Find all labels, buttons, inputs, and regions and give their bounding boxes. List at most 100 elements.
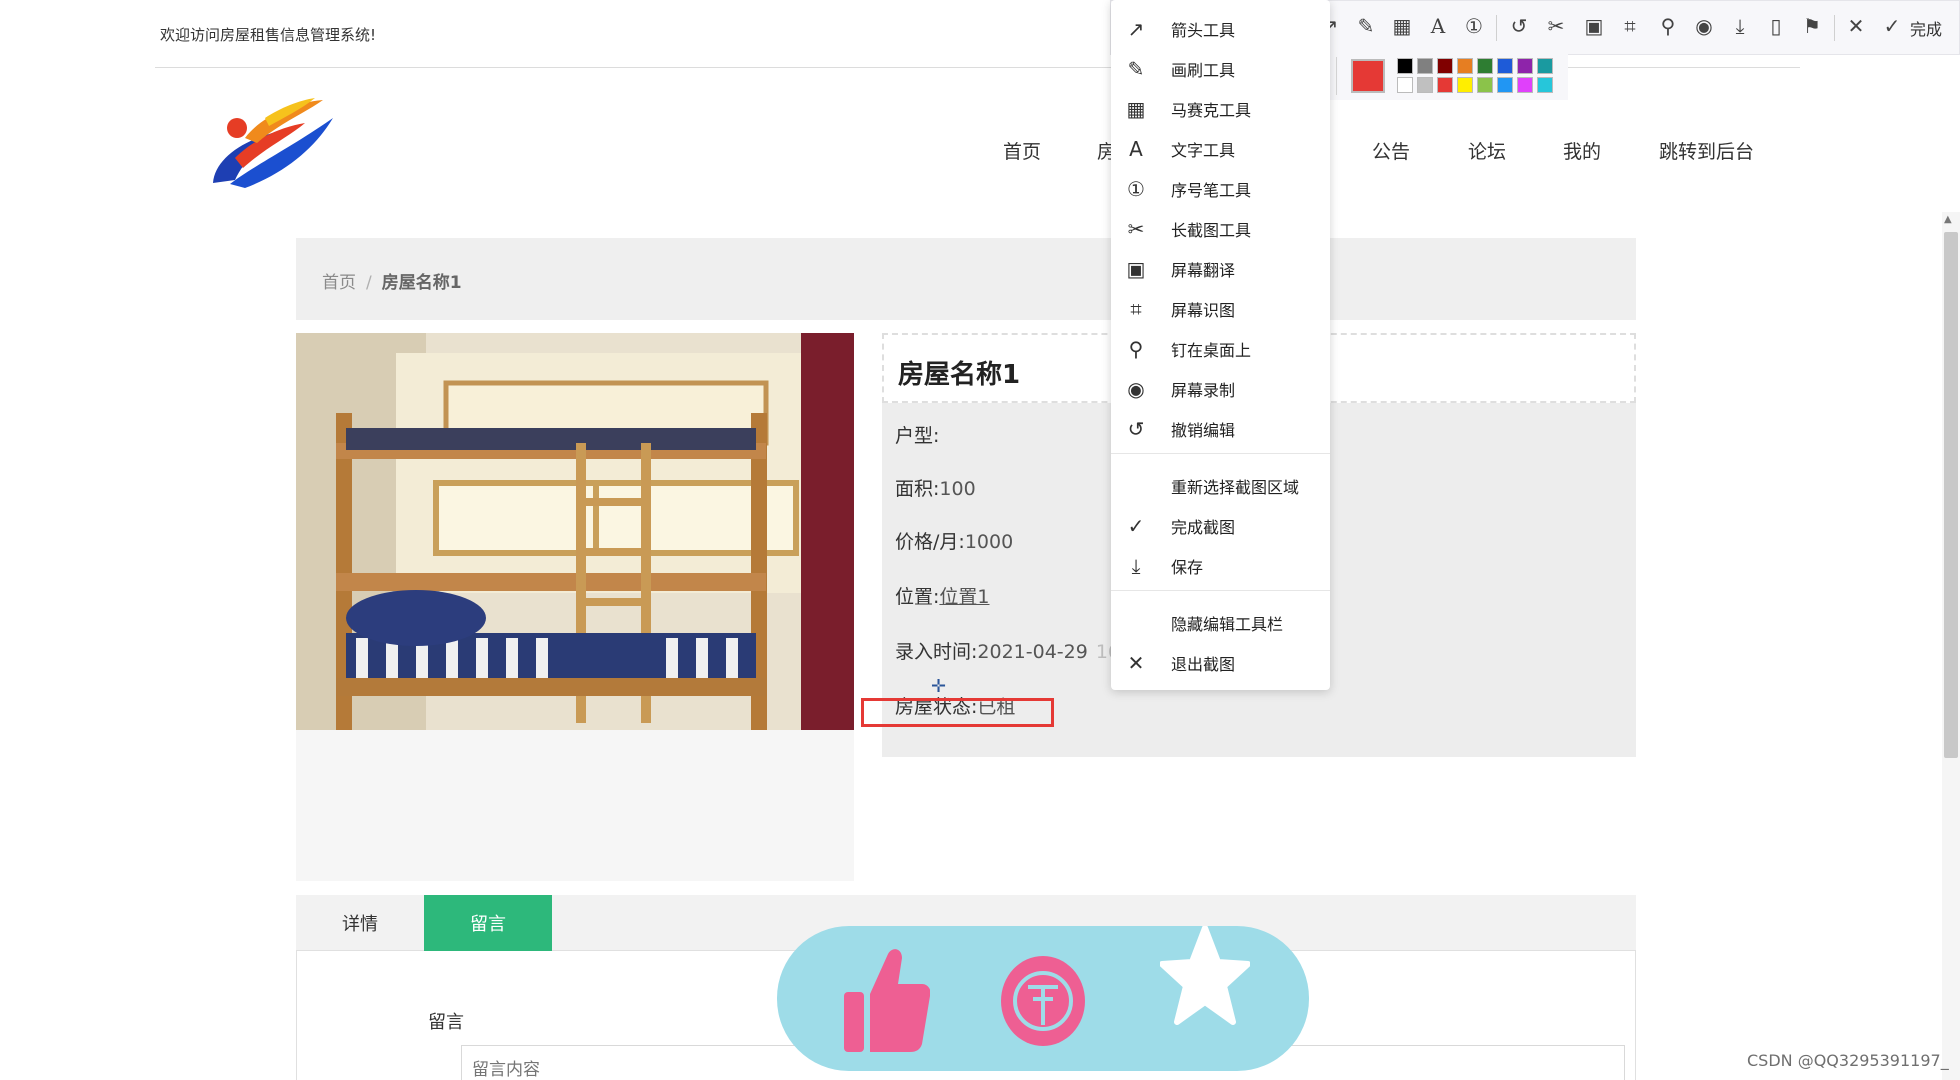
translate-icon[interactable]: ▣ <box>1580 12 1608 40</box>
menu-item[interactable]: 重新选择截图区域 <box>1111 466 1330 506</box>
thumb-up-icon[interactable] <box>840 944 931 1056</box>
palette-swatch[interactable] <box>1437 58 1453 74</box>
menu-item[interactable]: ✂ 长截图工具 <box>1111 209 1330 249</box>
current-color-swatch[interactable] <box>1351 59 1385 93</box>
palette-swatch[interactable] <box>1517 77 1533 93</box>
palette-swatch[interactable] <box>1497 77 1513 93</box>
palette-swatch[interactable] <box>1397 77 1413 93</box>
palette-swatch[interactable] <box>1477 77 1493 93</box>
menu-item-label: 马赛克工具 <box>1171 101 1252 120</box>
menu-item[interactable]: ▣ 屏幕翻译 <box>1111 249 1330 289</box>
menu-item-label: 钉在桌面上 <box>1171 341 1252 360</box>
menu-item[interactable]: ✎ 画刷工具 <box>1111 49 1330 89</box>
menu-item-icon: ⤓ <box>1131 554 1141 578</box>
save-icon[interactable]: ⤓ <box>1726 12 1754 40</box>
palette-swatch[interactable] <box>1457 77 1473 93</box>
field-price-label: 价格/月: <box>895 531 965 553</box>
menu-item[interactable]: ⌗ 屏幕识图 <box>1111 289 1330 329</box>
nav-item-mine[interactable]: 我的 <box>1563 137 1601 164</box>
tab-detail[interactable]: 详情 <box>296 895 424 951</box>
toolbar-divider <box>1496 15 1497 41</box>
nav-item-forum[interactable]: 论坛 <box>1468 137 1506 164</box>
menu-item-icon: ✓ <box>1127 514 1145 538</box>
tab-comment[interactable]: 留言 <box>424 895 552 951</box>
menu-divider <box>1111 453 1330 454</box>
recognize-icon[interactable]: ⌗ <box>1616 12 1644 40</box>
palette-swatch[interactable] <box>1537 77 1553 93</box>
scroll-up-arrow-icon[interactable]: ▲ <box>1944 214 1952 225</box>
pin-icon[interactable]: ⚲ <box>1654 12 1682 40</box>
close-icon[interactable]: ✕ <box>1842 12 1870 40</box>
menu-item-icon: ▣ <box>1126 257 1146 281</box>
bookmark-icon[interactable]: ⚑ <box>1798 12 1826 40</box>
menu-item-icon: ▦ <box>1126 97 1146 121</box>
field-price: 价格/月:1000 <box>895 527 1013 554</box>
check-icon[interactable]: ✓ <box>1878 12 1906 40</box>
scrollbar-thumb[interactable] <box>1944 232 1958 758</box>
star-icon[interactable] <box>1159 925 1251 1026</box>
text-icon[interactable]: A <box>1424 12 1452 40</box>
field-area: 面积:100 <box>895 474 976 501</box>
menu-item[interactable]: ▦ 马赛克工具 <box>1111 89 1330 129</box>
pencil-icon[interactable]: ✎ <box>1352 12 1380 40</box>
nav-item-admin[interactable]: 跳转到后台 <box>1659 137 1754 164</box>
menu-item[interactable]: ↗ 箭头工具 <box>1111 9 1330 49</box>
breadcrumb-current: 房屋名称1 <box>381 273 462 293</box>
undo-icon[interactable]: ↺ <box>1505 12 1533 40</box>
breadcrumb-home[interactable]: 首页 <box>322 273 356 293</box>
breadcrumb-bar <box>296 238 1636 320</box>
long-screenshot-icon[interactable]: ✂ <box>1542 12 1570 40</box>
done-button[interactable]: 完成 <box>1910 16 1942 40</box>
menu-item-label: 长截图工具 <box>1171 221 1252 240</box>
menu-item[interactable]: ◉ 屏幕录制 <box>1111 369 1330 409</box>
coin-icon[interactable] <box>1000 955 1086 1047</box>
menu-item-label: 屏幕录制 <box>1171 381 1236 400</box>
palette-swatch[interactable] <box>1457 58 1473 74</box>
site-logo[interactable] <box>205 88 340 193</box>
menu-item-icon: ↗ <box>1127 17 1145 41</box>
palette-swatch[interactable] <box>1537 58 1553 74</box>
crosshair-cursor-icon: ✛ <box>931 676 947 697</box>
field-location: 位置:位置1 <box>895 582 990 609</box>
nav-item-notice[interactable]: 公告 <box>1372 137 1410 164</box>
record-icon[interactable]: ◉ <box>1690 12 1718 40</box>
mosaic-icon[interactable]: ▦ <box>1388 12 1416 40</box>
page: 欢迎访问房屋租售信息管理系统! 首页 房 公告 论坛 我的 跳转到后台 首页 / 房… <box>0 0 1960 1080</box>
menu-item-label: 退出截图 <box>1171 655 1236 674</box>
field-area-value: 100 <box>939 478 976 500</box>
breadcrumb-separator: / <box>366 273 372 293</box>
menu-item[interactable]: ↺ 撤销编辑 <box>1111 409 1330 449</box>
menu-item-label: 屏幕识图 <box>1171 301 1236 320</box>
palette-swatch[interactable] <box>1397 58 1413 74</box>
menu-item-label: 完成截图 <box>1171 518 1236 537</box>
number-icon[interactable]: ① <box>1460 12 1488 40</box>
field-location-link[interactable]: 位置1 <box>939 586 989 608</box>
comment-label: 留言 <box>428 1012 464 1033</box>
menu-item-label: 重新选择截图区域 <box>1171 478 1300 497</box>
breadcrumb: 首页 / 房屋名称1 <box>322 268 462 293</box>
field-time-label: 录入时间: <box>895 641 978 663</box>
palette-swatch[interactable] <box>1417 58 1433 74</box>
palette-swatch[interactable] <box>1417 77 1433 93</box>
menu-item[interactable]: ✓ 完成截图 <box>1111 506 1330 546</box>
menu-item[interactable]: ⚲ 钉在桌面上 <box>1111 329 1330 369</box>
house-photo[interactable] <box>296 333 854 730</box>
menu-item[interactable]: 隐藏编辑工具栏 <box>1111 603 1330 643</box>
menu-item[interactable]: ✕ 退出截图 <box>1111 643 1330 683</box>
palette-swatch[interactable] <box>1437 77 1453 93</box>
menu-item-icon: A <box>1129 137 1143 161</box>
menu-item[interactable]: A 文字工具 <box>1111 129 1330 169</box>
nav-item-home[interactable]: 首页 <box>1003 137 1041 164</box>
menu-item[interactable]: ⤓ 保存 <box>1111 546 1330 586</box>
palette-swatch[interactable] <box>1477 58 1493 74</box>
phone-icon[interactable]: ▯ <box>1762 12 1790 40</box>
menu-divider <box>1111 590 1330 591</box>
logo-graphic <box>213 98 333 188</box>
field-layout-label: 户型: <box>895 425 940 447</box>
menu-item[interactable]: ① 序号笔工具 <box>1111 169 1330 209</box>
menu-item-icon: ✎ <box>1127 57 1145 81</box>
menu-item-icon: ✂ <box>1127 217 1145 241</box>
welcome-text: 欢迎访问房屋租售信息管理系统! <box>160 26 377 44</box>
palette-swatch[interactable] <box>1517 58 1533 74</box>
palette-swatch[interactable] <box>1497 58 1513 74</box>
